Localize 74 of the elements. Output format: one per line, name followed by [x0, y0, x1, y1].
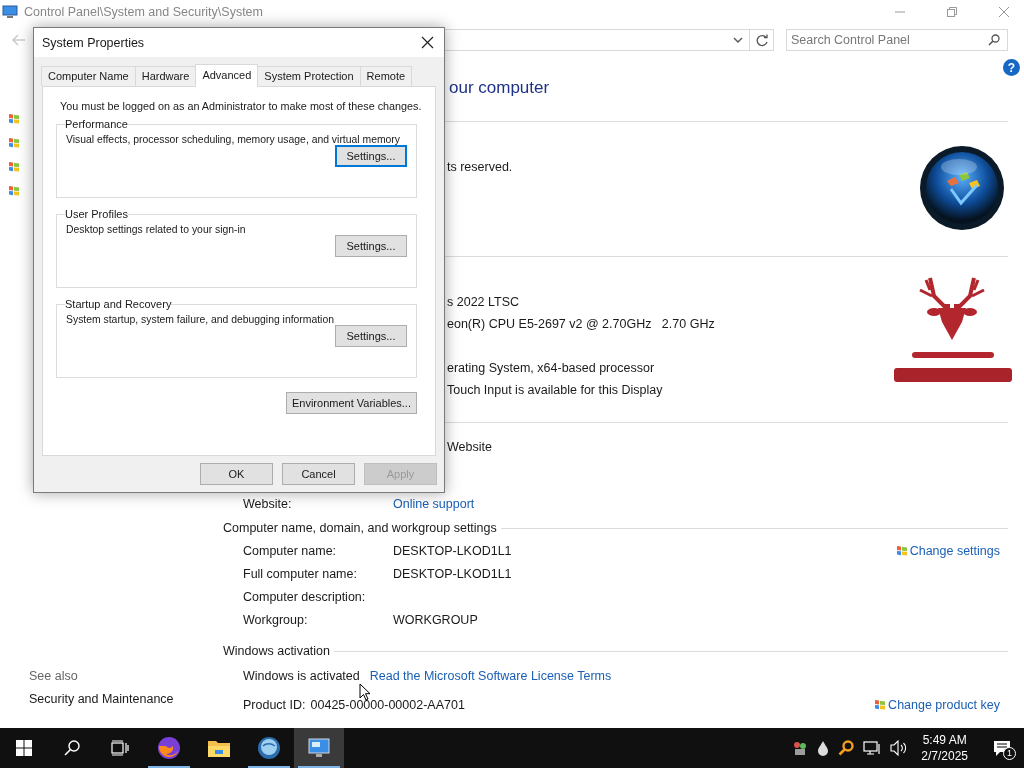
- search-icon[interactable]: [64, 740, 80, 756]
- flag-icon: [895, 545, 908, 556]
- search-field[interactable]: Search Control Panel: [786, 29, 1008, 51]
- magnifier-icon[interactable]: [838, 740, 855, 756]
- field-label: Workgroup:: [243, 612, 309, 627]
- field-label: Computer description:: [243, 589, 367, 604]
- section-title: Windows activation: [223, 643, 330, 660]
- flag-icon: [8, 136, 20, 148]
- flag-icon: [8, 184, 20, 196]
- flag-icon: [8, 160, 20, 172]
- group-description: System startup, system failure, and debugging information: [66, 314, 335, 325]
- change-product-key-link[interactable]: Change product key: [874, 697, 1000, 712]
- section-title: Computer name, domain, and workgroup settings: [223, 520, 497, 537]
- section-title: Website: [447, 439, 493, 456]
- change-settings-link[interactable]: Change settings: [895, 543, 1000, 558]
- flag-icon: [874, 699, 887, 710]
- group-description: Visual effects, processor scheduling, memory usage, and virtual memory: [66, 134, 401, 145]
- field-label: Website:: [243, 496, 293, 511]
- refresh-icon[interactable]: [756, 33, 769, 47]
- globe-icon[interactable]: [257, 736, 281, 760]
- task-view-icon[interactable]: [111, 740, 129, 756]
- start-icon[interactable]: [16, 740, 32, 756]
- notification-badge: 1: [1003, 747, 1016, 760]
- window-title: Control Panel\System and Security\System: [24, 5, 263, 19]
- speaker-icon[interactable]: [890, 740, 909, 756]
- settings-button[interactable]: Settings...: [335, 325, 407, 347]
- activation-status: Windows is activated: [243, 668, 360, 683]
- settings-button[interactable]: Settings...: [335, 145, 407, 167]
- copyright-text: ts reserved.: [447, 160, 513, 174]
- field-label: Product ID:: [243, 697, 306, 712]
- environment-variables-button[interactable]: Environment Variables...: [285, 392, 417, 414]
- field-label: Full computer name:: [243, 566, 358, 581]
- system-info-text: Touch Input is available for this Display: [447, 382, 664, 399]
- flag-icon: [8, 112, 20, 124]
- license-link[interactable]: Read the Microsoft Software License Terms: [369, 668, 612, 683]
- help-button[interactable]: ?: [1003, 59, 1020, 76]
- folder-icon[interactable]: [207, 738, 231, 758]
- clock-date: 2/7/2025: [921, 748, 968, 764]
- system-info-text: erating System, x64-based processor: [447, 360, 656, 377]
- monitor-icon: [2, 5, 18, 19]
- drop-icon[interactable]: [817, 740, 830, 756]
- restore-icon[interactable]: [946, 6, 958, 18]
- monitor-icon[interactable]: [307, 737, 331, 759]
- tab[interactable]: Remote: [359, 66, 413, 86]
- support-link[interactable]: Online support: [393, 496, 475, 511]
- field-label: Computer name:: [243, 543, 338, 558]
- clock-time: 5:49 AM: [922, 732, 967, 748]
- sidebar-link[interactable]: Security and Maintenance: [29, 688, 223, 711]
- field-value: DESKTOP-LKOD1L1: [393, 566, 512, 581]
- clock[interactable]: 5:49 AM 2/7/2025: [917, 728, 980, 768]
- group-title: Performance: [65, 118, 128, 130]
- system-info-text: s 2022 LTSC: [447, 294, 521, 311]
- group-title: Startup and Recovery: [65, 298, 172, 310]
- group-title: User Profiles: [65, 208, 128, 220]
- network-icon[interactable]: [863, 740, 882, 756]
- search-icon: [988, 34, 1000, 46]
- settings-button[interactable]: Settings...: [335, 235, 407, 257]
- chevron-down-icon[interactable]: [733, 36, 743, 44]
- tab[interactable]: Advanced: [195, 64, 259, 87]
- tray-app-icon[interactable]: [792, 740, 809, 756]
- page-heading: our computer: [449, 77, 551, 99]
- close-icon[interactable]: [421, 36, 434, 49]
- field-value: WORKGROUP: [393, 612, 478, 627]
- dialog-button[interactable]: Cancel: [282, 463, 355, 485]
- cursor-icon: [359, 683, 371, 701]
- dialog-title: System Properties: [42, 35, 145, 50]
- field-value: DESKTOP-LKOD1L1: [393, 543, 512, 558]
- see-also-label: See also: [29, 668, 79, 685]
- dialog-button[interactable]: OK: [200, 463, 273, 485]
- tab[interactable]: Computer Name: [41, 66, 136, 86]
- system-info-text: eon(R) CPU E5-2697 v2 @ 2.70GHz 2.70 GHz: [447, 316, 715, 333]
- group-description: Desktop settings related to your sign-in: [66, 224, 247, 235]
- field-value: 00425-00000-00002-AA701: [310, 697, 465, 712]
- browser-icon[interactable]: [157, 736, 181, 760]
